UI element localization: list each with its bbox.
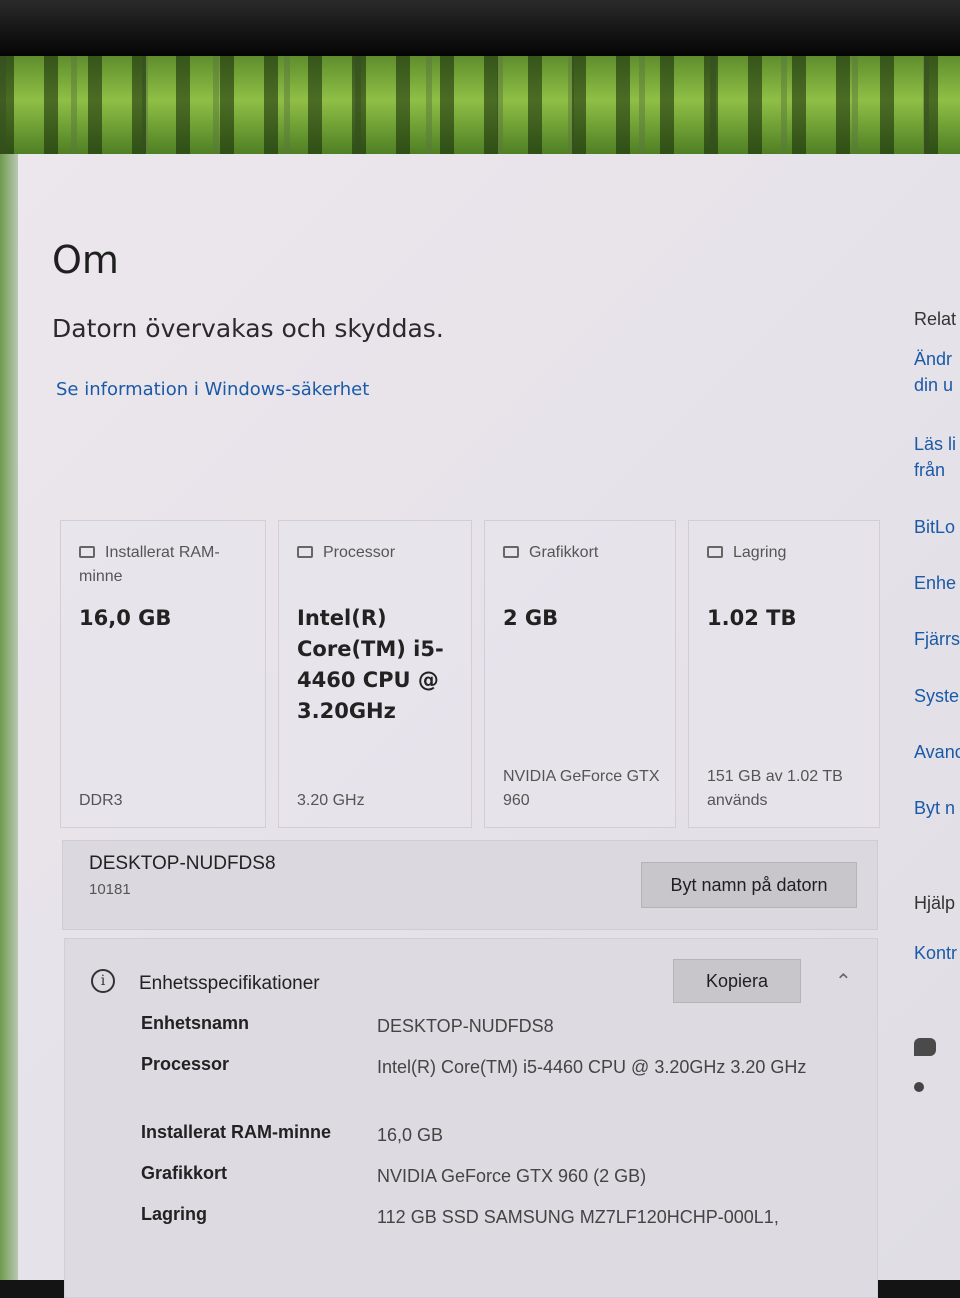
related-settings-column: Relat Ändr din u Läs li från BitLo Enhe … — [914, 154, 960, 1280]
specs-header: Enhetsspecifikationer — [139, 973, 320, 994]
ram-card-value: 16,0 GB — [79, 606, 172, 630]
spec-label: Installerat RAM-minne — [141, 1122, 332, 1142]
related-link-advanced[interactable]: Avanc — [914, 739, 960, 765]
rename-pc-button[interactable]: Byt namn på datorn — [641, 862, 857, 908]
related-link-system-protection[interactable]: Syste — [914, 683, 959, 709]
graphics-card-value: 2 GB — [503, 606, 559, 630]
protection-status-text: Datorn övervakas och skyddas. — [52, 314, 444, 343]
graphics-card-heading-label: Grafikkort — [529, 544, 599, 561]
storage-card-heading-label: Lagring — [733, 544, 787, 561]
settings-window: Om Datorn övervakas och skyddas. Se info… — [18, 154, 960, 1298]
ram-card-heading: Installerat RAM-minne — [79, 541, 255, 589]
related-link-remote-desktop[interactable]: Fjärrs — [914, 626, 960, 652]
device-name-bar: DESKTOP-NUDFDS8 10181 Byt namn på datorn — [62, 840, 878, 930]
ram-card-heading-label: Installerat RAM-minne — [79, 544, 220, 585]
spec-value: NVIDIA GeForce GTX 960 (2 GB) — [377, 1166, 647, 1186]
related-link-device-manager[interactable]: Enhe — [914, 570, 956, 596]
processor-card-value: Intel(R) Core(TM) i5-4460 CPU @ 3.20GHz — [297, 606, 444, 723]
related-link[interactable]: Läs li — [914, 431, 956, 457]
help-heading: Hjälp — [914, 893, 956, 913]
feedback-icon[interactable] — [914, 1082, 924, 1092]
related-settings-heading: Relat — [914, 309, 957, 329]
related-link[interactable]: från — [914, 457, 945, 483]
copy-button[interactable]: Kopiera — [673, 959, 801, 1003]
processor-card-heading-label: Processor — [323, 544, 396, 561]
storage-icon — [707, 546, 723, 558]
spec-label: Enhetsnamn — [141, 1013, 250, 1033]
spec-value: DESKTOP-NUDFDS8 — [377, 1016, 554, 1036]
spec-label: Grafikkort — [141, 1163, 228, 1183]
ram-card-footer: DDR3 — [79, 792, 123, 809]
storage-card: Lagring 1.02 TB 151 GB av 1.02 TB använd… — [688, 520, 880, 828]
graphics-card-heading: Grafikkort — [503, 541, 665, 565]
related-link-rename[interactable]: Byt n — [914, 795, 955, 821]
get-help-icon[interactable] — [914, 1038, 936, 1056]
device-specifications-panel: i Enhetsspecifikationer Kopiera ⌃ Enhets… — [64, 938, 878, 1298]
processor-card: Processor Intel(R) Core(TM) i5-4460 CPU … — [278, 520, 472, 828]
chevron-up-icon[interactable]: ⌃ — [835, 969, 852, 994]
spec-value: 112 GB SSD SAMSUNG MZ7LF120HCHP-000L1, — [377, 1207, 779, 1227]
spec-value: 16,0 GB — [377, 1125, 444, 1145]
processor-icon — [297, 546, 313, 558]
monitor-bezel — [0, 0, 960, 56]
related-link-bitlocker[interactable]: BitLo — [914, 514, 955, 540]
storage-card-value: 1.02 TB — [707, 606, 797, 630]
page-title: Om — [52, 238, 119, 282]
processor-card-footer: 3.20 GHz — [297, 792, 365, 809]
graphics-card-footer: NVIDIA GeForce GTX 960 — [503, 768, 660, 809]
windows-security-link[interactable]: Se information i Windows-säkerhet — [56, 379, 369, 400]
spec-label: Processor — [141, 1054, 230, 1074]
storage-card-heading: Lagring — [707, 541, 869, 565]
device-name: DESKTOP-NUDFDS8 — [89, 853, 276, 874]
graphics-card-icon — [503, 546, 519, 558]
storage-card-footer: 151 GB av 1.02 TB används — [707, 768, 843, 809]
desktop-wallpaper — [0, 56, 960, 154]
window-left-edge — [0, 154, 18, 1280]
ram-icon — [79, 546, 95, 558]
spec-label: Lagring — [141, 1204, 207, 1224]
device-subtext: 10181 — [89, 881, 131, 898]
graphics-card: Grafikkort 2 GB NVIDIA GeForce GTX 960 — [484, 520, 676, 828]
info-icon: i — [91, 969, 115, 993]
spec-value: Intel(R) Core(TM) i5-4460 CPU @ 3.20GHz … — [377, 1057, 807, 1077]
related-link[interactable]: Ändr — [914, 346, 952, 372]
help-link[interactable]: Kontr — [914, 940, 957, 966]
related-link[interactable]: din u — [914, 372, 953, 398]
processor-card-heading: Processor — [297, 541, 461, 565]
ram-card: Installerat RAM-minne 16,0 GB DDR3 — [60, 520, 266, 828]
